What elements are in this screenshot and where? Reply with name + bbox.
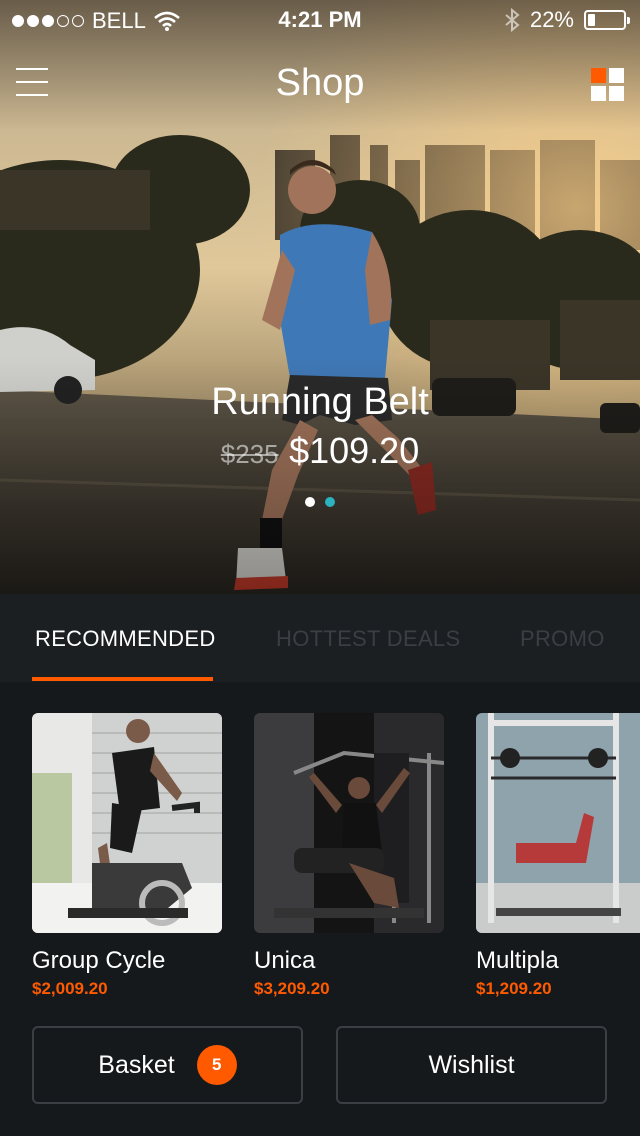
product-price: $2,009.20 [32, 979, 108, 998]
product-price: $3,209.20 [254, 979, 330, 998]
tab-recommended[interactable]: RECOMMENDED [35, 626, 216, 652]
tab-hottest-deals[interactable]: HOTTEST DEALS [276, 626, 460, 652]
bluetooth-icon [505, 8, 520, 32]
page-title: Shop [275, 62, 365, 104]
product-card-unica[interactable]: Unica $3,209.20 [254, 713, 444, 999]
product-name: Group Cycle [32, 947, 166, 974]
battery-icon [584, 10, 630, 30]
status-right: 22% [504, 7, 630, 33]
hero-pager[interactable] [0, 497, 640, 507]
grid-view-icon[interactable] [591, 68, 624, 101]
basket-count-badge: 5 [196, 1045, 237, 1085]
hero-old-price: $235 [220, 439, 279, 469]
product-image [32, 713, 222, 933]
product-image [476, 713, 640, 933]
pager-dot[interactable] [305, 497, 315, 507]
wishlist-button[interactable]: Wishlist [336, 1026, 607, 1104]
battery-percent: 22% [529, 7, 574, 32]
product-name: Multipla [476, 947, 559, 974]
product-card-group-cycle[interactable]: Group Cycle $2,009.20 [32, 713, 222, 999]
basket-button[interactable]: Basket 5 [32, 1026, 303, 1104]
basket-label: Basket [98, 1050, 175, 1079]
tab-promo[interactable]: PROMO [520, 626, 605, 652]
battery-fill [588, 14, 596, 26]
navigation-bar: Shop [0, 40, 640, 128]
product-image [254, 713, 444, 933]
hero-product-title: Running Belt [211, 381, 429, 423]
product-price: $1,209.20 [476, 979, 552, 998]
active-tab-indicator [32, 677, 213, 681]
status-bar: BELL 4:21 PM 22% [0, 0, 640, 40]
hero-price: $235 $109.20 [0, 430, 640, 472]
wishlist-label: Wishlist [428, 1050, 515, 1079]
hero-new-price: $109.20 [289, 430, 420, 471]
product-name: Unica [254, 947, 316, 974]
product-card-multipla[interactable]: Multipla $1,209.20 [476, 713, 640, 999]
category-tabs: RECOMMENDED HOTTEST DEALS PROMO [0, 594, 640, 682]
product-carousel[interactable]: Group Cycle $2,009.20 Unica $3,209.20 Mu… [0, 682, 640, 1012]
pager-dot-active[interactable] [325, 497, 335, 507]
